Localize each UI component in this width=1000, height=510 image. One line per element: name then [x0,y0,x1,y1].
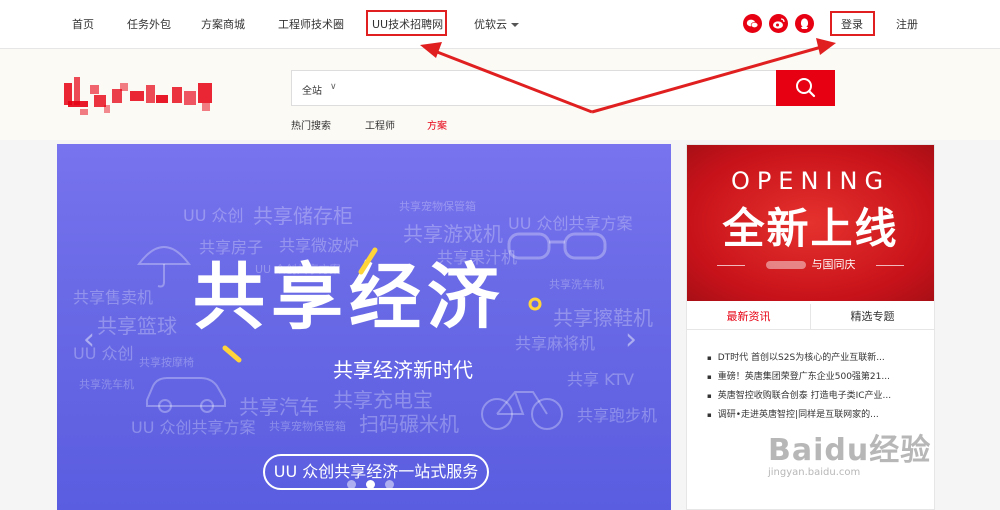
banner-word: 共享麻将机 [515,334,596,353]
search-scope-select[interactable]: 全站 [302,82,322,97]
news-item[interactable]: DT时代 首创以S2S为核心的产业互联新... [707,350,885,363]
banner-prev-arrow[interactable]: ‹ [83,322,95,357]
nav-task-outsourcing[interactable]: 任务外包 [127,16,171,32]
banner-word: 扫码碾米机 [359,412,459,436]
banner-word: 共享宠物保管箱 [269,420,346,433]
search-box: 全站 ∨ [291,70,777,106]
promo-tagline-text: 与国同庆 [811,258,856,271]
nav-home[interactable]: 首页 [72,16,94,32]
car-icon [146,377,226,413]
banner-accent-stroke [358,247,378,275]
hot-search-label: 热门搜索 [291,121,331,132]
banner-word: 共享洗车机 [79,378,134,391]
banner-dot-active[interactable] [366,480,375,489]
search-icon [796,78,816,98]
banner-word: UU 众创 [183,206,244,225]
site-logo[interactable] [60,65,220,120]
nav-solution-mall[interactable]: 方案商城 [201,16,245,32]
banner-subtitle: 共享经济新时代 [333,358,473,382]
baidu-watermark: Baidu经验 jingyan.baidu.com [768,425,931,478]
news-item[interactable]: 英唐智控收购联合创泰 打造电子类IC产业... [707,388,891,401]
news-item[interactable]: 调研•走进英唐智控|同样是互联网家的... [707,407,879,420]
search-button[interactable] [776,70,835,106]
qq-icon[interactable] [795,14,814,33]
watermark-logo-text: Baidu经验 [768,433,932,468]
news-item[interactable]: 重磅！英唐集团荣登广东企业500强第21... [707,369,890,382]
banner-word: 共享 KTV [567,370,635,389]
tab-latest-news[interactable]: 最新资讯 [687,304,811,329]
banner-title: 共享经济 [193,255,506,339]
banner-next-arrow[interactable]: › [625,322,637,357]
promo-english-title: OPENING [730,167,891,195]
banner-pagination [342,474,399,493]
promo-logo-mark [765,261,806,269]
banner-dot[interactable] [347,480,356,489]
nav-youruanyun[interactable]: 优软云 [474,16,519,32]
promo-chinese-title: 全新上线 [722,204,899,253]
chevron-down-icon [511,23,519,27]
highlight-box-login [830,11,875,36]
banner-word: 共享洗车机 [549,278,604,291]
tab-featured-topics[interactable]: 精选专题 [811,304,934,329]
top-nav-bar: 首页 任务外包 方案商城 工程师技术圈 UU技术招聘网 优软云 登录 注册 [0,0,1000,49]
banner-word: 共享篮球 [97,314,177,338]
bicycle-icon [481,391,563,430]
banner-dot[interactable] [385,480,394,489]
banner-word: 共享擦鞋机 [553,306,653,330]
umbrella-icon [137,246,191,288]
banner-accent-stroke [222,345,242,363]
banner-word: 共享跑步机 [577,406,658,425]
promo-tagline: 与国同庆 [717,255,904,275]
hot-search-engineer[interactable]: 工程师 [365,117,395,132]
banner-word: 共享按摩椅 [139,356,194,369]
banner-word: 共享储存柜 [253,204,353,228]
hot-search-solution[interactable]: 方案 [427,117,447,132]
banner-word: UU 众创共享方案 [131,418,256,437]
glasses-icon [507,232,607,260]
banner-title-dot [528,297,542,311]
promo-banner[interactable]: OPENING 全新上线 与国同庆 [687,145,934,301]
nav-youruanyun-label: 优软云 [474,18,507,31]
highlight-box-recruitment [366,10,447,36]
wechat-icon[interactable] [743,14,762,33]
nav-engineer-circle[interactable]: 工程师技术圈 [278,16,344,32]
banner-word: 共享宠物保管箱 [399,200,476,213]
register-link[interactable]: 注册 [896,16,918,32]
chevron-down-icon[interactable]: ∨ [330,82,337,92]
news-tabs: 最新资讯 精选专题 [687,304,934,330]
weibo-icon[interactable] [769,14,788,33]
search-input[interactable] [348,71,768,105]
hero-banner[interactable]: UU 众创 共享储存柜 共享宠物保管箱 UU 众创共享方案 共享房子 共享微波炉… [57,144,671,510]
